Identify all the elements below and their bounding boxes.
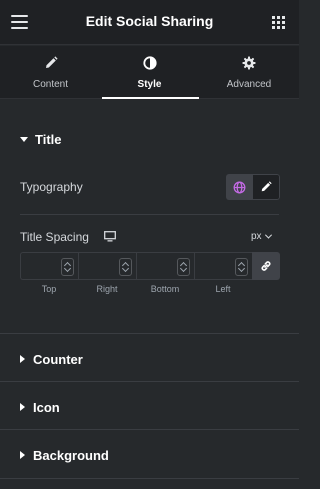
section-divider bbox=[0, 478, 299, 479]
counter-section[interactable]: Counter bbox=[0, 334, 299, 382]
typography-controls bbox=[226, 174, 280, 200]
icon-section-label: Icon bbox=[33, 399, 60, 415]
unit-selector[interactable]: px bbox=[251, 231, 272, 242]
tab-style[interactable]: Style bbox=[100, 46, 199, 99]
caret-right-icon bbox=[20, 355, 25, 363]
pencil-icon bbox=[261, 181, 272, 192]
spacing-right-label: Right bbox=[96, 284, 118, 294]
spacing-top-input[interactable] bbox=[20, 252, 78, 280]
grid-apps-icon[interactable] bbox=[272, 16, 285, 29]
caret-right-icon bbox=[20, 403, 25, 411]
panel-tabs: Content Style Advanced bbox=[0, 46, 299, 99]
panel-title: Edit Social Sharing bbox=[85, 13, 214, 29]
global-typography-button[interactable] bbox=[226, 174, 253, 200]
title-section-toggle[interactable]: Title bbox=[20, 130, 62, 148]
tab-advanced[interactable]: Advanced bbox=[199, 46, 299, 99]
icon-section[interactable]: Icon bbox=[0, 382, 299, 430]
stepper-icon[interactable] bbox=[61, 258, 74, 276]
background-section-label: Background bbox=[33, 447, 109, 463]
spacing-bottom-input[interactable] bbox=[136, 252, 194, 280]
link-values-button[interactable] bbox=[252, 252, 280, 280]
chevron-down-icon bbox=[264, 231, 272, 239]
spacing-inputs bbox=[20, 252, 280, 280]
counter-section-label: Counter bbox=[33, 351, 83, 367]
half-circle-contrast-icon bbox=[142, 56, 157, 70]
title-section-label: Title bbox=[35, 131, 62, 147]
divider bbox=[20, 214, 279, 215]
icon-section-toggle[interactable]: Icon bbox=[20, 398, 60, 416]
unit-value: px bbox=[251, 231, 262, 242]
link-icon bbox=[261, 261, 271, 271]
stepper-icon[interactable] bbox=[119, 258, 132, 276]
counter-section-toggle[interactable]: Counter bbox=[20, 350, 83, 368]
caret-right-icon bbox=[20, 451, 25, 459]
gear-icon bbox=[242, 56, 256, 70]
spacing-left-label: Left bbox=[215, 284, 231, 294]
spacing-right-input[interactable] bbox=[78, 252, 136, 280]
spacing-bottom-label: Bottom bbox=[150, 284, 180, 294]
spacing-top-label: Top bbox=[41, 284, 57, 294]
tab-content-label: Content bbox=[32, 79, 69, 90]
spacing-left-input[interactable] bbox=[194, 252, 252, 280]
tab-style-label: Style bbox=[137, 79, 162, 90]
background-section-toggle[interactable]: Background bbox=[20, 446, 109, 464]
editor-header: Edit Social Sharing bbox=[0, 0, 299, 45]
caret-down-icon bbox=[20, 136, 28, 142]
title-section: Title Typography Title Spacing px Top Ri… bbox=[0, 100, 299, 332]
edit-typography-button[interactable] bbox=[253, 174, 280, 200]
spacing-field-labels: Top Right Bottom Left bbox=[20, 284, 252, 296]
globe-icon bbox=[233, 181, 246, 193]
desktop-icon[interactable] bbox=[104, 231, 116, 242]
title-spacing-label: Title Spacing bbox=[20, 230, 89, 244]
tab-content[interactable]: Content bbox=[1, 46, 100, 99]
background-section[interactable]: Background bbox=[0, 430, 299, 478]
typography-label: Typography bbox=[20, 180, 83, 194]
tab-advanced-label: Advanced bbox=[226, 79, 272, 90]
pencil-icon bbox=[45, 56, 58, 68]
stepper-icon[interactable] bbox=[235, 258, 248, 276]
stepper-icon[interactable] bbox=[177, 258, 190, 276]
